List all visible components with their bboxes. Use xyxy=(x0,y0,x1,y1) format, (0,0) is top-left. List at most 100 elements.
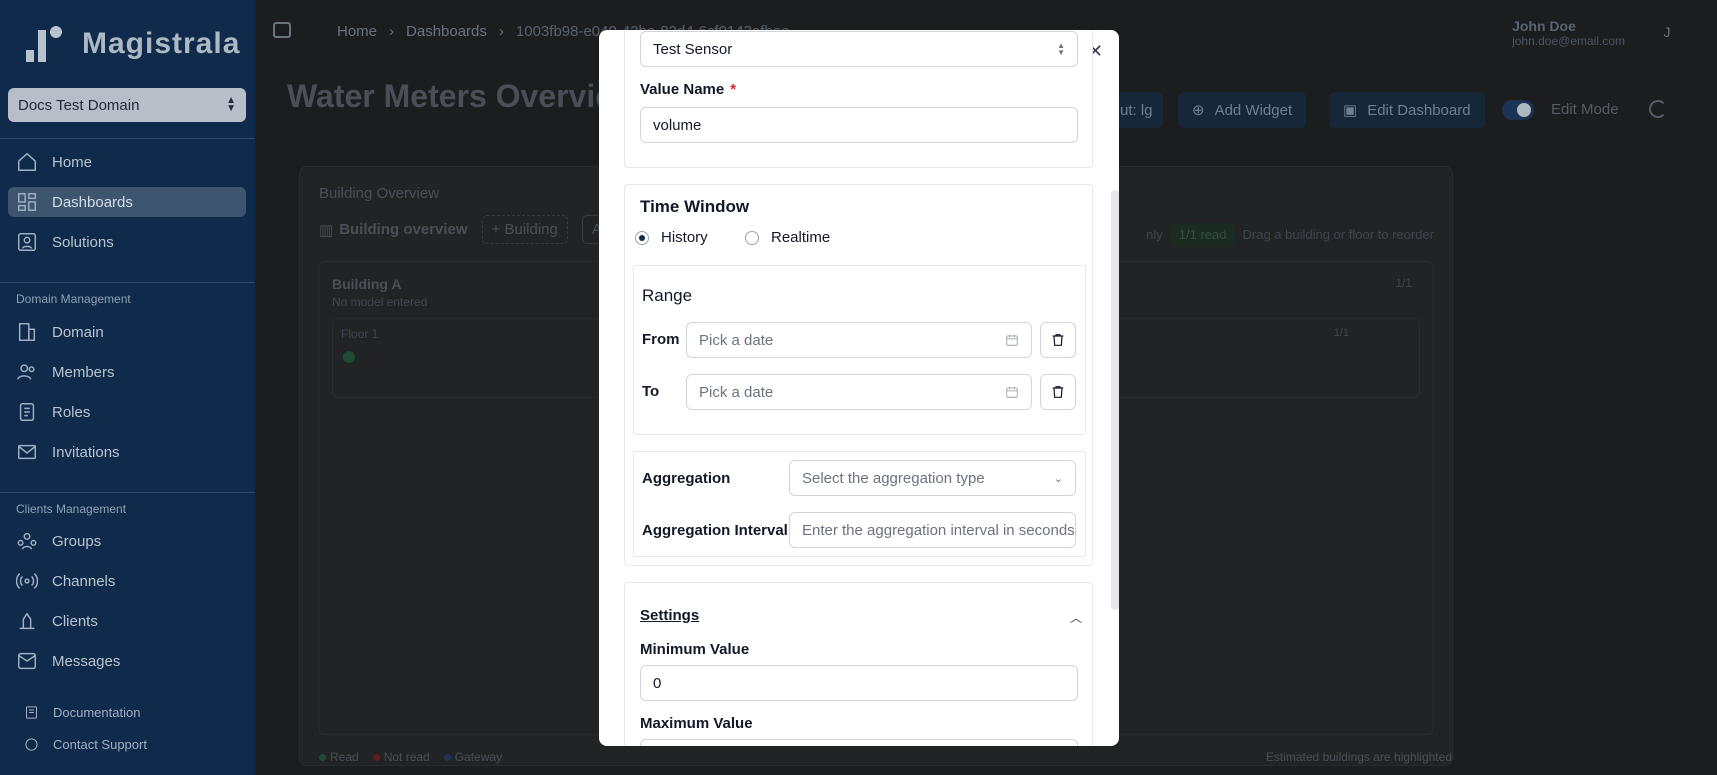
divider xyxy=(0,492,255,493)
chevron-right-icon: › xyxy=(389,23,395,40)
sidebar-item-messages[interactable]: Messages xyxy=(8,646,246,676)
sidebar-item-documentation[interactable]: Documentation xyxy=(24,705,140,720)
min-value-label: Minimum Value xyxy=(640,641,750,658)
sidebar-item-solutions[interactable]: Solutions xyxy=(8,227,246,257)
domain-selector[interactable]: Docs Test Domain ▲ ▼ xyxy=(8,88,246,122)
user-email: john.doe@email.com xyxy=(1512,34,1625,48)
time-window-title: Time Window xyxy=(640,197,750,216)
building-name: Building A xyxy=(332,276,402,292)
layout-button-label: ut: lg xyxy=(1120,101,1153,119)
divider xyxy=(0,138,255,139)
widget-toolbar: ▥ Building overview + Building All xyxy=(319,215,619,244)
edit-icon: ▣ xyxy=(1343,102,1358,119)
edit-dashboard-button[interactable]: ▣ Edit Dashboard xyxy=(1329,92,1485,128)
clear-to-button[interactable] xyxy=(1040,374,1076,410)
chevron-updown-icon: ▲ ▼ xyxy=(1057,41,1065,57)
sidebar-item-label: Contact Support xyxy=(53,737,147,752)
sidebar-item-label: Solutions xyxy=(52,233,114,251)
sidebar-item-domain[interactable]: Domain xyxy=(8,317,246,347)
aggregation-label: Aggregation xyxy=(642,470,731,487)
groups-icon xyxy=(16,530,38,552)
sensor-select-value: Test Sensor xyxy=(653,40,733,58)
user-info[interactable]: John Doe john.doe@email.com xyxy=(1512,18,1625,48)
aggregation-select[interactable]: Select the aggregation type ⌄ xyxy=(789,460,1076,496)
min-value-input[interactable]: 0 xyxy=(640,665,1078,701)
sidebar-item-dashboards[interactable]: Dashboards xyxy=(8,187,246,217)
sidebar-item-members[interactable]: Members xyxy=(8,357,246,387)
scrollbar[interactable] xyxy=(1111,190,1119,610)
range-title: Range xyxy=(642,286,693,305)
home-icon xyxy=(16,151,38,173)
sidebar-item-clients[interactable]: Clients xyxy=(8,606,246,636)
brand-logo[interactable]: Magistrala xyxy=(26,26,240,62)
add-widget-label: Add Widget xyxy=(1214,101,1293,119)
sidebar-item-channels[interactable]: Channels xyxy=(8,566,246,596)
status-badge: 1/1 read xyxy=(1170,223,1235,246)
add-building-button[interactable]: + Building xyxy=(481,215,568,244)
page-title: Water Meters Overvie xyxy=(287,78,614,114)
chevron-up-icon[interactable]: ︿ xyxy=(1070,609,1082,626)
radio-indicator xyxy=(635,230,649,245)
sidebar-item-label: Channels xyxy=(52,572,116,590)
radio-icon xyxy=(16,570,38,592)
edit-dashboard-label: Edit Dashboard xyxy=(1367,101,1471,119)
value-name-input[interactable]: volume xyxy=(640,107,1078,143)
sensor-select[interactable]: Test Sensor ▲ ▼ xyxy=(640,31,1078,67)
floor-name: Floor 1 xyxy=(341,327,379,341)
sensor-card: Test Sensor ▲ ▼ Value Name * volume xyxy=(624,30,1093,168)
plus-circle-icon: ⊕ xyxy=(1192,102,1205,119)
add-widget-button[interactable]: ⊕ Add Widget xyxy=(1178,92,1307,128)
radio-history[interactable]: History xyxy=(635,229,708,246)
building-subtitle: No model entered xyxy=(332,295,428,309)
range-section: Range From Pick a date To Pick a date xyxy=(633,265,1086,435)
section-heading: Domain Management xyxy=(16,292,131,306)
building-icon: ▥ xyxy=(319,221,334,239)
filter-only-label[interactable]: nly xyxy=(1146,227,1163,242)
interval-label: Aggregation Interval xyxy=(642,522,788,539)
max-value-input[interactable] xyxy=(640,739,1078,746)
from-date-picker[interactable]: Pick a date xyxy=(686,322,1032,358)
radio-realtime[interactable]: Realtime xyxy=(745,229,830,246)
sidebar-item-label: Groups xyxy=(52,532,102,550)
sidebar-item-home[interactable]: Home xyxy=(8,147,246,177)
settings-title[interactable]: Settings xyxy=(640,607,699,624)
breadcrumb-dashboards[interactable]: Dashboards xyxy=(406,23,487,40)
building-icon xyxy=(16,321,38,343)
sidebar-toggle-icon[interactable] xyxy=(273,22,291,38)
legend: Read Not read Gateway xyxy=(319,750,502,764)
edit-mode-label: Edit Mode xyxy=(1551,101,1619,118)
interval-input[interactable]: Enter the aggregation interval in second… xyxy=(789,512,1076,548)
book-icon xyxy=(26,706,37,719)
sidebar-item-groups[interactable]: Groups xyxy=(8,526,246,556)
calendar-icon xyxy=(1006,386,1018,398)
tab-building-overview[interactable]: Building overview xyxy=(339,221,467,238)
dashboard-icon xyxy=(16,191,38,213)
floor-count: 1/1 xyxy=(1333,327,1349,339)
sidebar-item-label: Documentation xyxy=(53,705,141,720)
sidebar-item-contact-support[interactable]: Contact Support xyxy=(24,737,147,752)
sensor-dot[interactable] xyxy=(343,351,355,363)
messages-icon xyxy=(16,650,38,672)
sidebar-item-label: Members xyxy=(52,363,115,381)
to-date-picker[interactable]: Pick a date xyxy=(686,374,1032,410)
edit-mode-toggle[interactable] xyxy=(1502,100,1534,120)
refresh-icon[interactable] xyxy=(1649,100,1667,118)
roles-icon xyxy=(16,401,38,423)
mail-icon xyxy=(16,441,38,463)
widget-status: nly 1/1 read Drag a building or floor to… xyxy=(1146,223,1434,246)
sidebar-item-roles[interactable]: Roles xyxy=(8,397,246,427)
breadcrumb-home[interactable]: Home xyxy=(337,23,377,40)
aggregation-section: Aggregation Select the aggregation type … xyxy=(633,451,1086,557)
sidebar: Magistrala Docs Test Domain ▲ ▼ Home Dash… xyxy=(0,0,255,775)
avatar[interactable]: J xyxy=(1655,20,1679,44)
clear-from-button[interactable] xyxy=(1040,322,1076,358)
sidebar-item-label: Roles xyxy=(52,403,91,421)
sidebar-item-label: Home xyxy=(52,153,93,171)
sidebar-item-invitations[interactable]: Invitations xyxy=(8,437,246,467)
trash-icon xyxy=(1052,386,1064,398)
users-icon xyxy=(16,361,38,383)
widget-config-dialog: ✕ Test Sensor ▲ ▼ Value Name * volume Time… xyxy=(599,30,1119,746)
chevron-right-icon: › xyxy=(498,23,504,40)
widget-title: Building Overview xyxy=(319,185,440,202)
max-value-label: Maximum Value xyxy=(640,715,753,732)
